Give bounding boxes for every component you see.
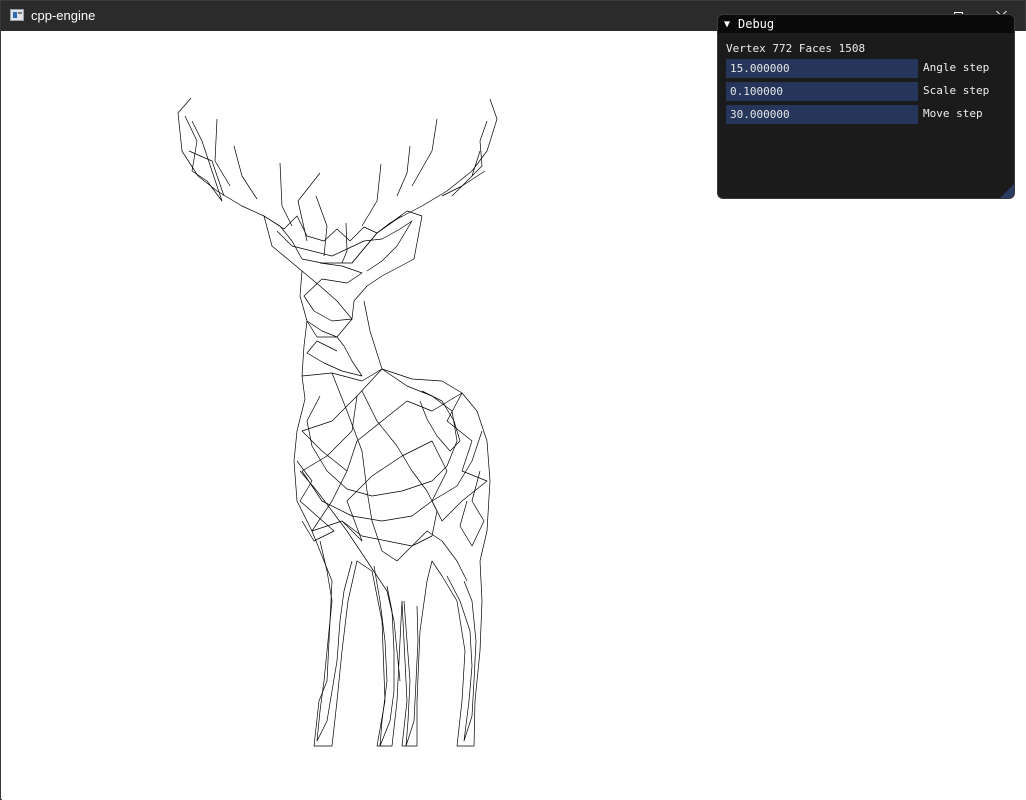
mesh-lines-interior-19 xyxy=(451,120,488,197)
mesh-lines-interior-8 xyxy=(373,565,395,747)
mesh-lines-interior-7 xyxy=(316,540,353,742)
mesh-lines-interior-4 xyxy=(306,368,458,497)
antler-right xyxy=(351,98,498,264)
neck-right xyxy=(363,300,383,370)
antler-right-tine-5 xyxy=(341,222,348,264)
angle-step-input[interactable] xyxy=(726,59,918,78)
antler-left-tine-3 xyxy=(233,145,258,200)
angle-step-label: Angle step xyxy=(923,61,990,74)
mesh-lines-interior-10 xyxy=(446,575,477,742)
neck-left xyxy=(301,320,308,400)
mesh-lines-interior-14 xyxy=(306,320,363,377)
scale-step-label: Scale step xyxy=(923,84,990,97)
antler-right-tine-3 xyxy=(396,145,411,197)
window-title: cpp-engine xyxy=(31,8,96,23)
scale-step-row: Scale step xyxy=(726,82,1010,101)
mesh-lines-interior-12 xyxy=(276,220,413,272)
app-window-icon xyxy=(10,9,24,21)
antler-right-tine-2 xyxy=(411,118,438,187)
app-window: cpp-engine ▼ Debug Vertex 772 Faces 1508… xyxy=(0,0,1026,800)
mesh-lines-interior-15 xyxy=(419,390,461,452)
antler-right-tine-1 xyxy=(441,170,486,197)
scale-step-input[interactable] xyxy=(726,82,918,101)
antler-left xyxy=(177,97,303,260)
mesh-lines-interior-17 xyxy=(459,470,485,547)
mesh-lines-interior-16 xyxy=(296,460,335,542)
move-step-input[interactable] xyxy=(726,105,918,124)
antler-right-tine-4 xyxy=(361,163,382,227)
mesh-lines-interior-3 xyxy=(341,390,438,547)
resize-grip-icon[interactable] xyxy=(1000,184,1014,198)
mesh-stats-text: Vertex 772 Faces 1508 xyxy=(726,42,866,55)
mesh-lines-interior-5 xyxy=(331,372,468,582)
debug-panel-header[interactable]: ▼ Debug xyxy=(718,15,1014,33)
mesh-lines-interior-9 xyxy=(403,600,419,747)
debug-panel[interactable]: ▼ Debug Vertex 772 Faces 1508 Angle step… xyxy=(717,14,1015,199)
antler-left-tine-5 xyxy=(297,172,321,242)
antler-left-tine-4 xyxy=(279,162,293,227)
mesh-lines-interior-13 xyxy=(263,215,403,242)
mesh-lines-interior-6 xyxy=(299,470,401,682)
collapse-arrow-icon[interactable]: ▼ xyxy=(724,19,734,30)
debug-panel-title: Debug xyxy=(738,17,775,31)
move-step-row: Move step xyxy=(726,105,1010,124)
mesh-lines-interior-2 xyxy=(301,395,483,522)
angle-step-row: Angle step xyxy=(726,59,1010,78)
mesh-lines-interior-1 xyxy=(301,368,488,542)
move-step-label: Move step xyxy=(923,107,983,120)
antler-left-tine-6 xyxy=(315,195,328,257)
